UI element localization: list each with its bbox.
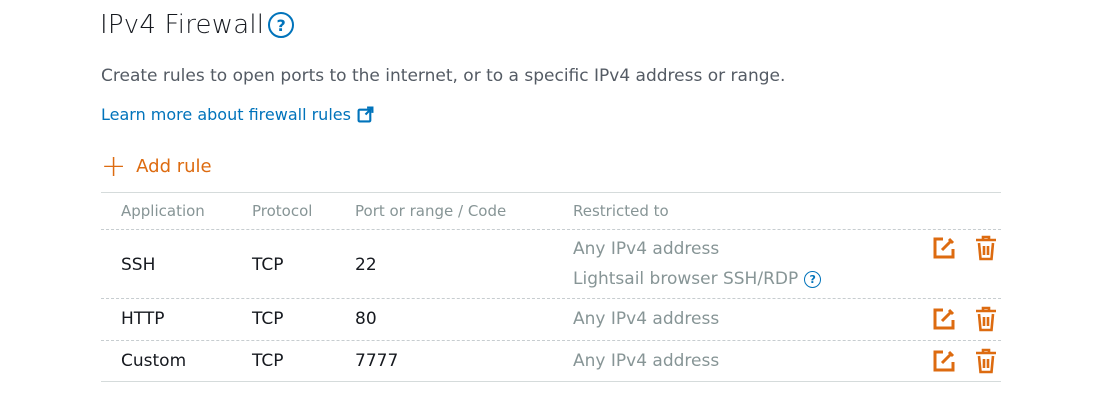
cell-application: SSH	[121, 255, 156, 275]
table-header: Application Protocol Port or range / Cod…	[101, 192, 1001, 229]
firewall-table: Application Protocol Port or range / Cod…	[101, 192, 1001, 382]
cell-protocol: TCP	[252, 255, 284, 275]
table-row-http: HTTP TCP 80 Any IPv4 address	[101, 298, 1001, 340]
cell-restricted: Any IPv4 address	[573, 309, 720, 329]
row-actions	[931, 235, 999, 261]
cell-protocol: TCP	[252, 309, 284, 329]
add-rule-button[interactable]: + Add rule	[101, 148, 212, 184]
add-rule-label: Add rule	[136, 156, 212, 177]
learn-more-link[interactable]: Learn more about firewall rules	[101, 105, 374, 124]
page-title: IPv4 Firewall	[100, 10, 265, 40]
column-application: Application	[121, 202, 205, 220]
trash-icon[interactable]	[973, 306, 999, 332]
trash-icon[interactable]	[973, 235, 999, 261]
plus-icon: +	[101, 148, 127, 184]
table-row-custom: Custom TCP 7777 Any IPv4 address	[101, 340, 1001, 382]
cell-port: 22	[355, 255, 377, 275]
description: Create rules to open ports to the intern…	[101, 66, 786, 86]
cell-restricted: Any IPv4 address	[573, 239, 720, 259]
cell-restricted: Any IPv4 address	[573, 351, 720, 371]
edit-icon[interactable]	[931, 306, 957, 332]
cell-restricted-extra: Lightsail browser SSH/RDP?	[573, 269, 822, 289]
column-restricted: Restricted to	[573, 202, 669, 220]
external-link-icon	[357, 106, 374, 123]
cell-application: Custom	[121, 351, 187, 371]
cell-protocol: TCP	[252, 351, 284, 371]
column-port: Port or range / Code	[355, 202, 507, 220]
column-protocol: Protocol	[252, 202, 313, 220]
learn-more-label: Learn more about firewall rules	[101, 105, 351, 124]
edit-icon[interactable]	[931, 348, 957, 374]
trash-icon[interactable]	[973, 348, 999, 374]
title-row: IPv4 Firewall ?	[100, 10, 295, 40]
cell-application: HTTP	[121, 309, 165, 329]
help-icon[interactable]: ?	[268, 12, 295, 38]
restricted-extra-label: Lightsail browser SSH/RDP	[573, 269, 799, 289]
row-actions	[931, 306, 999, 332]
row-actions	[931, 348, 999, 374]
table-row-ssh: SSH TCP 22 Any IPv4 address Lightsail br…	[101, 229, 1001, 298]
edit-icon[interactable]	[931, 235, 957, 261]
cell-port: 7777	[355, 351, 399, 371]
help-icon[interactable]: ?	[804, 270, 822, 288]
cell-port: 80	[355, 309, 377, 329]
